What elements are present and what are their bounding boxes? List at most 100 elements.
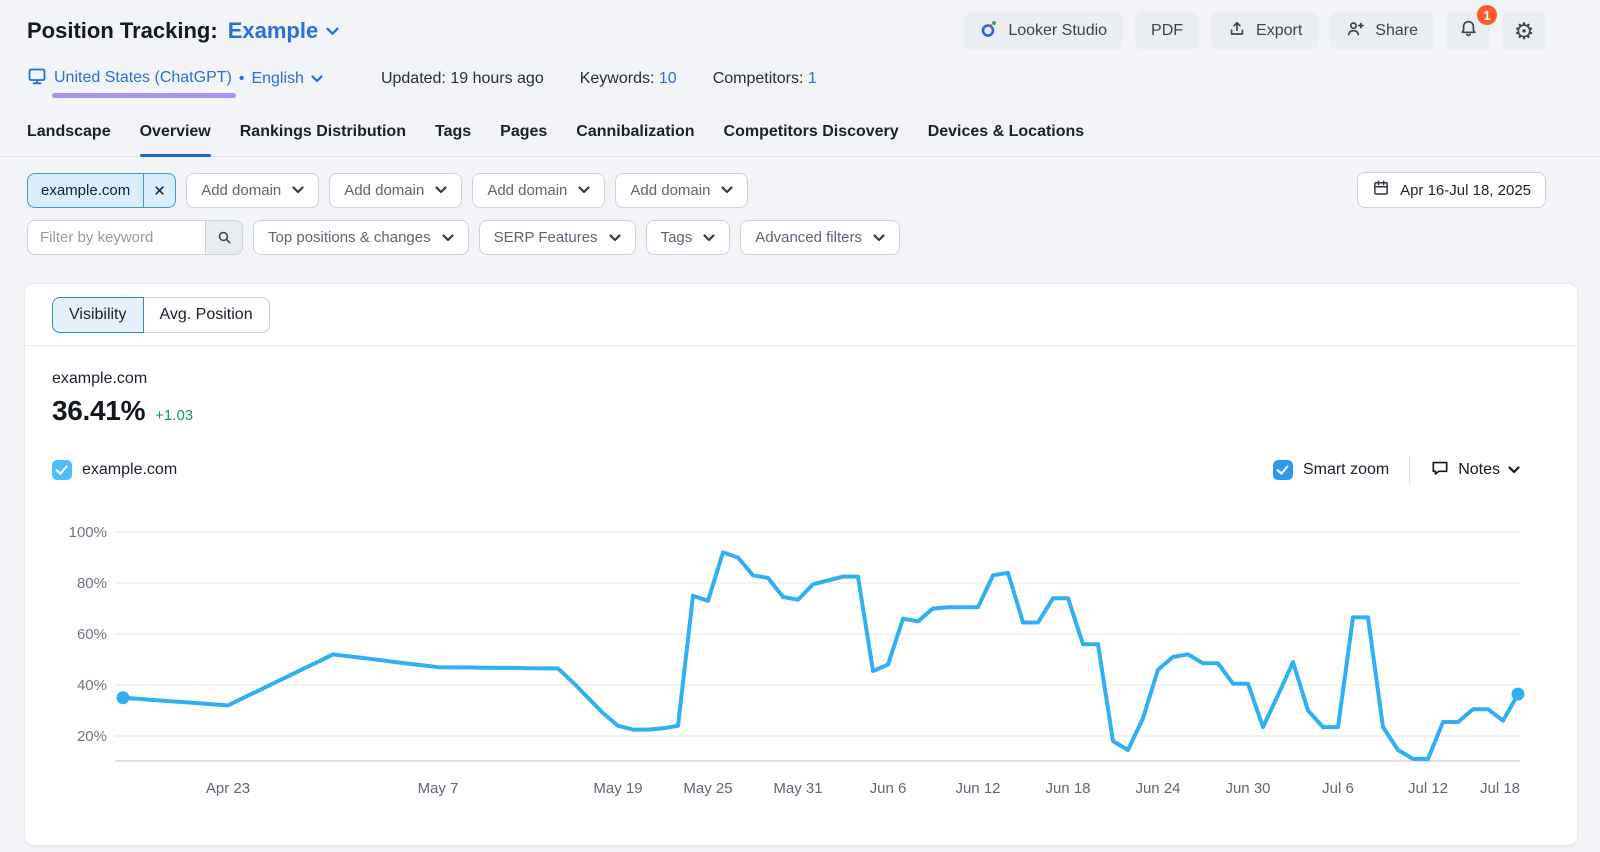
domain-chip-label: example.com [28, 174, 143, 207]
page-title: Position Tracking: [27, 18, 218, 44]
calendar-icon [1372, 179, 1390, 201]
chevron-down-icon [435, 186, 447, 194]
bell-icon [1458, 18, 1479, 44]
tab-cannibalization[interactable]: Cannibalization [576, 111, 694, 156]
tab-overview[interactable]: Overview [140, 111, 211, 156]
add-domain-dropdown-1[interactable]: Add domain [186, 173, 319, 208]
top-positions-label: Top positions & changes [268, 229, 431, 246]
y-axis-label: 60% [77, 626, 107, 643]
x-axis-label: May 31 [773, 780, 822, 797]
domain-chip: example.com [27, 173, 176, 208]
date-range-picker[interactable]: Apr 16-Jul 18, 2025 [1357, 172, 1546, 208]
y-axis-label: 20% [77, 728, 107, 745]
purple-highlight [52, 93, 236, 98]
y-axis-label: 100% [69, 524, 107, 541]
last-point-dot[interactable] [1512, 688, 1525, 701]
tab-competitors-discovery[interactable]: Competitors Discovery [724, 111, 899, 156]
x-axis-label: Jun 6 [870, 780, 907, 797]
looker-studio-label: Looker Studio [1008, 22, 1107, 40]
visibility-chart: 100%80%60%40%20%Apr 23May 7May 19May 25M… [45, 507, 1545, 803]
add-domain-dropdown-2[interactable]: Add domain [329, 173, 462, 208]
settings-button[interactable]: ⚙ [1502, 12, 1546, 50]
monitor-icon [27, 66, 47, 91]
date-range-label: Apr 16-Jul 18, 2025 [1400, 182, 1531, 199]
tags-dropdown[interactable]: Tags [646, 220, 731, 255]
metric-change: +1.03 [155, 407, 193, 424]
first-point-dot [117, 691, 130, 704]
remove-domain-button[interactable] [143, 174, 175, 207]
chevron-down-icon [703, 234, 715, 242]
looker-studio-button[interactable]: Looker Studio [964, 12, 1123, 50]
add-domain-label: Add domain [487, 182, 567, 199]
chart-area: 100%80%60%40%20%Apr 23May 7May 19May 25M… [45, 507, 1577, 808]
x-axis-label: Jun 18 [1045, 780, 1090, 797]
location-language-selector[interactable]: United States (ChatGPT) • English [27, 66, 323, 91]
export-label: Export [1256, 22, 1302, 40]
chevron-down-icon [311, 75, 323, 83]
smart-zoom-checkbox[interactable] [1273, 460, 1293, 480]
chevron-down-icon [873, 234, 885, 242]
share-button[interactable]: Share [1330, 12, 1434, 50]
tabs-bar: Landscape Overview Rankings Distribution… [0, 111, 1600, 157]
x-axis-label: Jul 18 [1480, 780, 1520, 797]
x-axis-label: Jul 12 [1408, 780, 1448, 797]
serp-features-dropdown[interactable]: SERP Features [479, 220, 636, 255]
legend-domain-label: example.com [82, 461, 177, 479]
search-button[interactable] [205, 220, 243, 255]
export-icon [1227, 19, 1247, 44]
domain-checkbox[interactable] [52, 460, 72, 480]
keyword-search-input[interactable] [27, 220, 205, 255]
top-positions-dropdown[interactable]: Top positions & changes [253, 220, 469, 255]
metric-segmented-control: Visibility Avg. Position [52, 297, 270, 333]
add-domain-label: Add domain [201, 182, 281, 199]
project-selector[interactable]: Example [228, 18, 340, 44]
pdf-button[interactable]: PDF [1135, 12, 1199, 50]
tab-landscape[interactable]: Landscape [27, 111, 111, 156]
chevron-down-icon [1508, 466, 1520, 474]
avg-position-toggle[interactable]: Avg. Position [144, 297, 270, 333]
tab-rankings-distribution[interactable]: Rankings Distribution [240, 111, 406, 156]
competitors-count: Competitors: 1 [713, 70, 817, 88]
tab-tags[interactable]: Tags [435, 111, 471, 156]
x-axis-label: Jun 24 [1135, 780, 1180, 797]
tab-devices-locations[interactable]: Devices & Locations [928, 111, 1085, 156]
looker-studio-icon [980, 19, 999, 43]
advanced-filters-dropdown[interactable]: Advanced filters [740, 220, 900, 255]
x-axis-label: Jul 6 [1322, 780, 1354, 797]
export-button[interactable]: Export [1211, 12, 1318, 50]
domain-filter-row: example.com Add domain Add domain Add do… [0, 157, 1600, 208]
keyword-filter-row: Top positions & changes SERP Features Ta… [0, 208, 1600, 255]
visibility-metric: example.com 36.41% +1.03 [25, 346, 1577, 427]
metric-value: 36.41% [52, 395, 145, 427]
metric-domain: example.com [52, 370, 1550, 388]
notes-label: Notes [1458, 461, 1500, 479]
search-icon [216, 229, 233, 246]
header-actions: Looker Studio PDF Export Share [964, 12, 1546, 50]
chevron-down-icon [442, 234, 454, 242]
language-label: English [251, 70, 303, 88]
add-domain-dropdown-4[interactable]: Add domain [615, 173, 748, 208]
y-axis-label: 80% [77, 575, 107, 592]
competitors-value-link[interactable]: 1 [808, 70, 817, 87]
add-domain-dropdown-3[interactable]: Add domain [472, 173, 605, 208]
notes-dropdown[interactable]: Notes [1430, 458, 1520, 483]
pdf-label: PDF [1151, 22, 1183, 40]
chevron-down-icon [578, 186, 590, 194]
chevron-down-icon [292, 186, 304, 194]
x-axis-label: May 7 [418, 780, 459, 797]
keywords-count: Keywords: 10 [580, 70, 677, 88]
serp-features-label: SERP Features [494, 229, 598, 246]
x-axis-label: May 19 [593, 780, 642, 797]
chevron-down-icon [326, 27, 339, 36]
visibility-toggle[interactable]: Visibility [52, 297, 144, 333]
overview-card: Visibility Avg. Position example.com 36.… [24, 283, 1578, 846]
add-domain-label: Add domain [344, 182, 424, 199]
tab-pages[interactable]: Pages [500, 111, 547, 156]
vertical-divider [1409, 455, 1410, 485]
keywords-value-link[interactable]: 10 [659, 70, 677, 87]
chevron-down-icon [721, 186, 733, 194]
notes-icon [1430, 458, 1450, 483]
separator-dot: • [239, 70, 245, 88]
gear-icon: ⚙ [1514, 20, 1535, 43]
x-axis-label: Jun 12 [955, 780, 1000, 797]
